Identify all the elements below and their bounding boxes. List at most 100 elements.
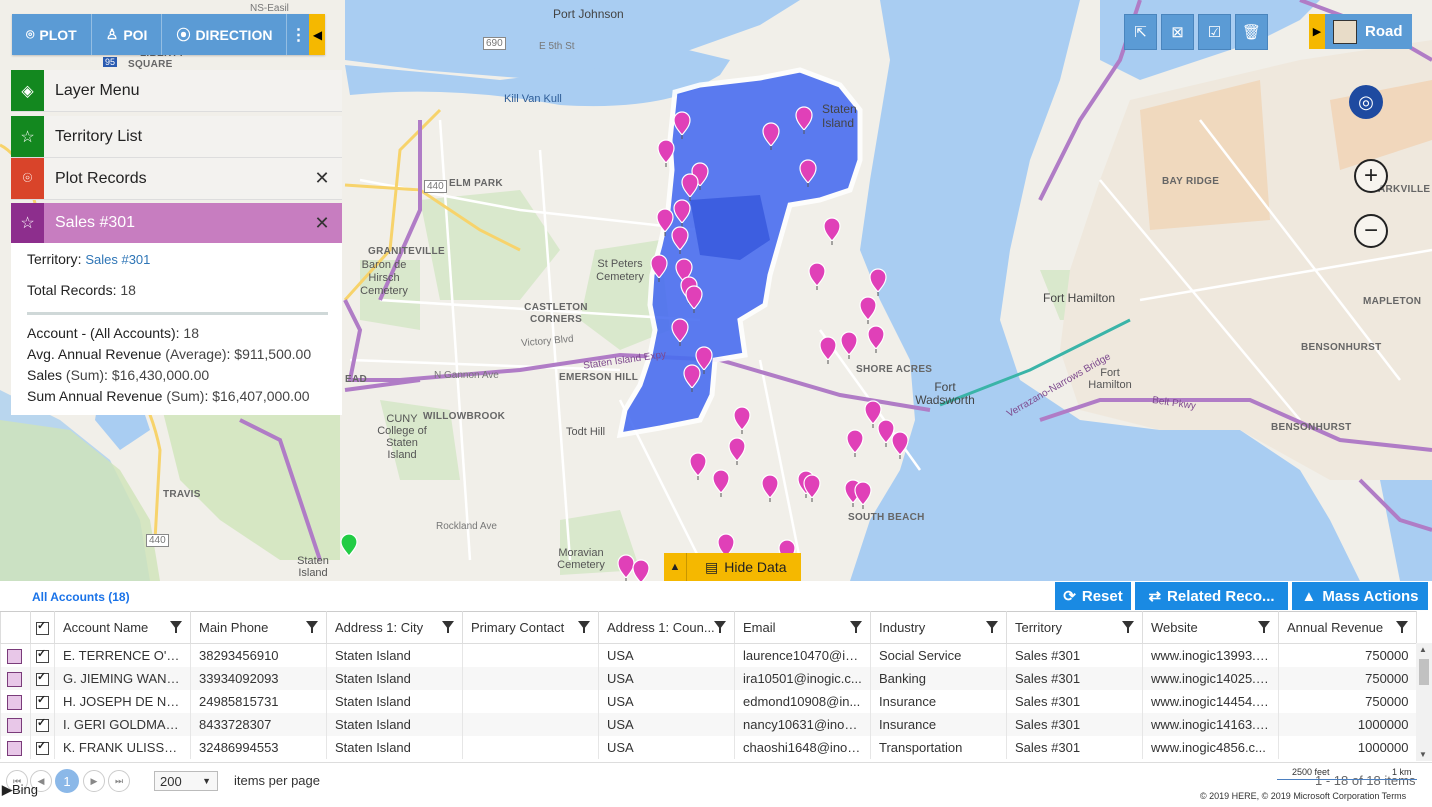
map-pushpin[interactable]: [673, 199, 691, 228]
map-pushpin[interactable]: [685, 285, 703, 314]
map-pushpin[interactable]: [877, 419, 895, 448]
map-pushpin[interactable]: [673, 111, 691, 140]
record-icon[interactable]: [7, 717, 22, 733]
filter-icon[interactable]: [306, 621, 318, 633]
map-pushpin[interactable]: [683, 364, 701, 393]
panel-layer-menu[interactable]: ◈ Layer Menu: [11, 70, 342, 112]
column-header[interactable]: Website: [1142, 611, 1279, 644]
column-header[interactable]: Main Phone: [190, 611, 327, 644]
table-row[interactable]: E. TERRENCE O'NE...38293456910Staten Isl…: [0, 643, 1417, 667]
map-pushpin[interactable]: [657, 139, 675, 168]
map-pushpin[interactable]: [689, 452, 707, 481]
map-pushpin[interactable]: [733, 406, 751, 435]
record-icon[interactable]: [7, 648, 22, 664]
table-row[interactable]: K. FRANK ULISSE ...32486994553Staten Isl…: [0, 736, 1417, 759]
map-pushpin[interactable]: [819, 336, 837, 365]
mass-actions-button[interactable]: ▲ Mass Actions: [1292, 582, 1428, 610]
page-size-select[interactable]: 200 ▼: [154, 771, 218, 791]
map-pushpin[interactable]: [867, 325, 885, 354]
related-records-button[interactable]: ⇄ Related Reco...: [1135, 582, 1288, 610]
map-pushpin[interactable]: [840, 331, 858, 360]
table-row[interactable]: H. JOSEPH DE NAR...24985815731Staten Isl…: [0, 690, 1417, 713]
record-icon-cell[interactable]: [0, 643, 31, 667]
row-checkbox[interactable]: [30, 643, 55, 667]
map-canvas[interactable]: Port Johnson E 5th St 690 NS-Easil LIBER…: [0, 0, 1432, 581]
table-row[interactable]: G. JIEMING WANG ...33934092093Staten Isl…: [0, 667, 1417, 690]
delete-button[interactable]: 🗑: [1235, 14, 1268, 50]
scroll-thumb[interactable]: [1419, 659, 1429, 685]
row-checkbox[interactable]: [30, 690, 55, 713]
record-icon[interactable]: [7, 671, 22, 687]
map-pushpin[interactable]: [891, 431, 909, 460]
record-icon[interactable]: [7, 694, 22, 710]
more-options-button[interactable]: ⋮: [287, 14, 309, 55]
record-icon[interactable]: [7, 740, 22, 756]
map-pushpin[interactable]: [761, 474, 779, 503]
scroll-down-icon[interactable]: ▼: [1419, 750, 1427, 759]
map-pushpin[interactable]: [712, 469, 730, 498]
map-pushpin[interactable]: [632, 559, 650, 581]
map-pushpin[interactable]: [799, 159, 817, 188]
filter-icon[interactable]: [1258, 621, 1270, 633]
current-page-button[interactable]: 1: [55, 769, 79, 793]
chevron-up-icon[interactable]: ▲: [664, 553, 687, 581]
panel-plot-records[interactable]: ⌾ Plot Records ✕: [11, 158, 342, 200]
map-pushpin[interactable]: [617, 554, 635, 581]
map-pushpin[interactable]: [854, 481, 872, 510]
map-pushpin[interactable]: [762, 122, 780, 151]
poi-button[interactable]: ♙ POI: [92, 14, 163, 55]
collapse-toolbar-button[interactable]: ◀: [309, 14, 326, 55]
grid-scrollbar[interactable]: ▲ ▼: [1416, 643, 1432, 761]
reset-button[interactable]: ⟳ Reset: [1055, 582, 1131, 610]
direction-button[interactable]: ⦿ DIRECTION: [162, 14, 288, 55]
close-sales-icon[interactable]: ✕: [302, 213, 342, 234]
filter-icon[interactable]: [578, 621, 590, 633]
map-pushpin[interactable]: [795, 106, 813, 135]
row-checkbox[interactable]: [30, 736, 55, 759]
column-header[interactable]: Email: [734, 611, 871, 644]
filter-icon[interactable]: [442, 621, 454, 633]
column-header[interactable]: Account Name: [54, 611, 191, 644]
filter-icon[interactable]: [714, 621, 726, 633]
select-all-checkbox[interactable]: [30, 611, 55, 644]
map-pushpin[interactable]: [869, 268, 887, 297]
map-pushpin[interactable]: [728, 437, 746, 466]
map-pushpin[interactable]: [846, 429, 864, 458]
last-page-icon[interactable]: ⏭: [108, 770, 130, 792]
row-checkbox[interactable]: [30, 667, 55, 690]
panel-territory-list[interactable]: ☆ Territory List: [11, 116, 342, 158]
territory-link[interactable]: Sales #301: [85, 252, 150, 267]
record-icon-cell[interactable]: [0, 736, 31, 759]
column-header[interactable]: Address 1: City: [326, 611, 463, 644]
zoom-in-button[interactable]: +: [1354, 159, 1388, 193]
map-pushpin[interactable]: [808, 262, 826, 291]
panel-sales-301[interactable]: ☆ Sales #301 ✕: [11, 203, 342, 243]
column-header[interactable]: Territory: [1006, 611, 1143, 644]
hide-data-button[interactable]: ▤ Hide Data: [687, 553, 801, 581]
filter-icon[interactable]: [1396, 621, 1408, 633]
filter-icon[interactable]: [1122, 621, 1134, 633]
scroll-up-icon[interactable]: ▲: [1419, 645, 1427, 654]
filter-icon[interactable]: [170, 621, 182, 633]
record-icon-cell[interactable]: [0, 713, 31, 736]
column-header[interactable]: Primary Contact: [462, 611, 599, 644]
filter-icon[interactable]: [986, 621, 998, 633]
map-pushpin[interactable]: [671, 318, 689, 347]
map-pushpin[interactable]: [859, 296, 877, 325]
confirm-selection-button[interactable]: ☑: [1198, 14, 1231, 50]
next-page-icon[interactable]: ▶: [83, 770, 105, 792]
locate-me-icon[interactable]: ◎: [1349, 85, 1383, 119]
column-header[interactable]: Address 1: Coun...: [598, 611, 735, 644]
plot-button[interactable]: ⌾ PLOT: [12, 14, 92, 55]
select-tool-button[interactable]: ⇱: [1124, 14, 1157, 50]
map-pushpin[interactable]: [650, 254, 668, 283]
hide-data-control[interactable]: ▲ ▤ Hide Data: [664, 553, 801, 581]
map-pushpin[interactable]: [671, 226, 689, 255]
record-icon-cell[interactable]: [0, 667, 31, 690]
close-plot-records-icon[interactable]: ✕: [302, 168, 342, 189]
row-checkbox[interactable]: [30, 713, 55, 736]
zoom-out-button[interactable]: −: [1354, 214, 1388, 248]
map-pushpin[interactable]: [656, 208, 674, 237]
clear-selection-button[interactable]: ⊠: [1161, 14, 1194, 50]
filter-icon[interactable]: [850, 621, 862, 633]
